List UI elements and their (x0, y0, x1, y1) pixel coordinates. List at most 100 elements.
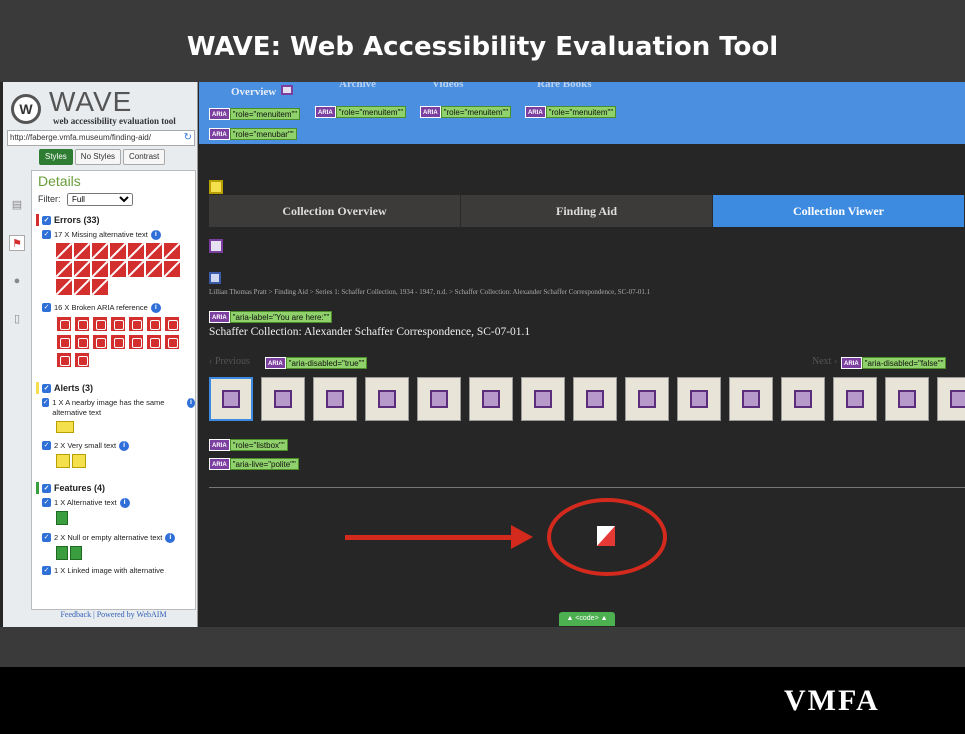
thumbnail[interactable] (729, 377, 773, 421)
filter-select[interactable]: Full (67, 193, 134, 206)
broken-aria-icon[interactable] (128, 316, 144, 332)
aria-tag-listbox[interactable]: ARIA "role="listbox"" (209, 439, 288, 451)
broken-aria-icon[interactable] (164, 316, 180, 332)
item-checkbox[interactable]: ✓ (42, 498, 51, 507)
missing-alt-icon[interactable] (92, 279, 108, 295)
errors-checkbox[interactable]: ✓ (42, 215, 51, 225)
info-icon[interactable]: i (186, 398, 195, 408)
tab-no-styles[interactable]: No Styles (74, 149, 122, 165)
aria-icon[interactable] (281, 85, 293, 95)
thumbnail[interactable] (521, 377, 565, 421)
item-checkbox[interactable]: ✓ (42, 566, 51, 575)
aria-tag-label[interactable]: ARIA "aria-label="You are here:"" (209, 311, 333, 323)
details-flag-icon[interactable]: ⚑ (9, 235, 25, 251)
thumbnail[interactable] (833, 377, 877, 421)
broken-aria-icon[interactable] (146, 316, 162, 332)
thumbnail[interactable] (365, 377, 409, 421)
missing-alt-icon[interactable] (110, 261, 126, 277)
nav-overview[interactable]: Overview (231, 86, 276, 98)
missing-alt-icon[interactable] (164, 261, 180, 277)
breadcrumb[interactable]: Lillian Thomas Pratt > Finding Aid > Ser… (209, 288, 650, 296)
aria-tag-disabled-false[interactable]: ARIA "aria-disabled="false"" (841, 357, 947, 369)
url-input[interactable]: http://faberge.vmfa.museum/finding-aid/ … (7, 130, 195, 146)
missing-alt-icon[interactable] (74, 243, 90, 259)
null-alt-icon[interactable] (70, 546, 82, 560)
features-category[interactable]: ✓ Features (4) (36, 482, 195, 494)
missing-alt-icon[interactable] (146, 261, 162, 277)
broken-aria-icon[interactable] (110, 316, 126, 332)
broken-aria-icon[interactable] (56, 352, 72, 368)
broken-aria-icon[interactable] (110, 334, 126, 350)
tab-finding-aid[interactable]: Finding Aid (461, 195, 713, 227)
info-icon[interactable]: i (150, 230, 161, 240)
wave-footer-links[interactable]: Feedback | Powered by WebAIM (31, 610, 196, 626)
broken-aria-icon[interactable] (146, 334, 162, 350)
summary-icon[interactable]: ▤ (9, 197, 25, 213)
broken-aria-icon[interactable] (92, 334, 108, 350)
error-item-broken-aria[interactable]: ✓ 16 X Broken ARIA reference i (42, 303, 195, 313)
broken-aria-icon[interactable] (56, 316, 72, 332)
broken-aria-icon[interactable] (128, 334, 144, 350)
missing-alt-icon[interactable] (128, 261, 144, 277)
thumbnail[interactable] (313, 377, 357, 421)
aria-tag-menuitem[interactable]: ARIA "role="menuitem"" (525, 106, 617, 118)
thumbnail[interactable] (885, 377, 929, 421)
broken-aria-icon[interactable] (164, 334, 180, 350)
feature-item-alt-text[interactable]: ✓ 1 X Alternative text i (42, 498, 195, 508)
thumbnail[interactable] (781, 377, 825, 421)
missing-alt-icon[interactable] (56, 261, 72, 277)
broken-aria-icon[interactable] (56, 334, 72, 350)
alerts-category[interactable]: ✓ Alerts (3) (36, 382, 195, 394)
small-text-icon[interactable] (56, 454, 70, 468)
alert-marker-icon[interactable] (209, 180, 223, 194)
missing-alt-icon[interactable] (74, 279, 90, 295)
item-checkbox[interactable]: ✓ (42, 303, 51, 312)
tab-contrast[interactable]: Contrast (123, 149, 166, 165)
nav-videos[interactable]: Videos (432, 82, 463, 90)
alert-item-small-text[interactable]: ✓ 2 X Very small text i (42, 441, 195, 451)
item-checkbox[interactable]: ✓ (42, 441, 51, 450)
alt-text-icon[interactable] (56, 511, 68, 525)
alert-item-same-alt[interactable]: ✓ 1 X A nearby image has the same altern… (42, 398, 195, 418)
missing-alt-icon[interactable] (164, 243, 180, 259)
aria-marker-icon[interactable] (209, 239, 223, 253)
alert-same-alt-icon[interactable] (56, 421, 74, 433)
thumbnail[interactable] (677, 377, 721, 421)
missing-alt-icon[interactable] (146, 243, 162, 259)
thumbnail[interactable] (209, 377, 253, 421)
previous-link[interactable]: ‹ Previous (209, 356, 250, 367)
aria-tag-menuitem[interactable]: ARIA "role="menuitem"" (420, 106, 512, 118)
next-link[interactable]: Next › (812, 356, 837, 367)
missing-alt-error-icon[interactable] (597, 526, 615, 546)
thumbnail[interactable] (625, 377, 669, 421)
missing-alt-icon[interactable] (92, 243, 108, 259)
feature-item-linked-image[interactable]: ✓ 1 X Linked image with alternative (42, 566, 195, 576)
thumbnail[interactable] (469, 377, 513, 421)
tab-styles[interactable]: Styles (39, 149, 73, 165)
tab-collection-viewer[interactable]: Collection Viewer (713, 195, 965, 227)
list-structure-icon[interactable] (209, 272, 221, 284)
missing-alt-icon[interactable] (56, 279, 72, 295)
broken-aria-icon[interactable] (74, 316, 90, 332)
alerts-checkbox[interactable]: ✓ (42, 383, 51, 393)
small-text-icon[interactable] (72, 454, 86, 468)
thumbnail[interactable] (261, 377, 305, 421)
aria-tag-menuitem[interactable]: ARIA "role="menuitem"" (315, 106, 407, 118)
info-icon[interactable]: i (165, 533, 176, 543)
broken-aria-icon[interactable] (74, 334, 90, 350)
missing-alt-icon[interactable] (74, 261, 90, 277)
info-icon[interactable]: i (150, 303, 161, 313)
item-checkbox[interactable]: ✓ (42, 230, 51, 239)
info-icon[interactable]: i (119, 441, 130, 451)
thumbnail[interactable] (937, 377, 965, 421)
aria-tag-menuitem[interactable]: ARIA "role="menuitem"" (209, 108, 301, 120)
error-item-missing-alt[interactable]: ✓ 17 X Missing alternative text i (42, 230, 195, 240)
broken-aria-icon[interactable] (92, 316, 108, 332)
item-checkbox[interactable]: ✓ (42, 533, 51, 542)
thumbnail[interactable] (417, 377, 461, 421)
errors-category[interactable]: ✓ Errors (33) (36, 214, 195, 226)
broken-aria-icon[interactable] (74, 352, 90, 368)
info-icon[interactable]: ● (9, 273, 25, 289)
feature-item-null-alt[interactable]: ✓ 2 X Null or empty alternative text i (42, 533, 195, 543)
missing-alt-icon[interactable] (56, 243, 72, 259)
